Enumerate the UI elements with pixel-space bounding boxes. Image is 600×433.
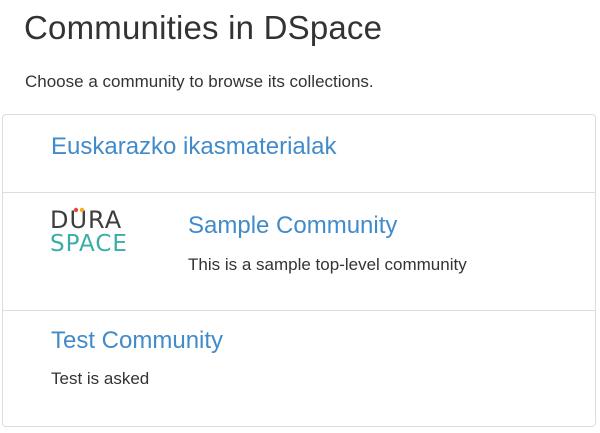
page-title: Communities in DSpace bbox=[24, 9, 383, 46]
list-item: Test Community Test is asked bbox=[2, 310, 596, 427]
page-intro: Choose a community to browse its collect… bbox=[25, 72, 374, 91]
community-link-euskarazko[interactable]: Euskarazko ikasmaterialak bbox=[51, 131, 336, 163]
community-link-test[interactable]: Test Community bbox=[51, 325, 223, 357]
list-item: DURA SPACE Sample Community This is a sa… bbox=[2, 192, 596, 311]
list-item: Euskarazko ikasmaterialak bbox=[2, 114, 596, 193]
community-description: This is a sample top-level community bbox=[188, 255, 467, 274]
logo-wordmark-bottom: SPACE bbox=[50, 231, 128, 257]
community-list: Euskarazko ikasmaterialak DURA SPACE Sam… bbox=[2, 114, 596, 427]
community-link-sample[interactable]: Sample Community bbox=[188, 210, 397, 242]
logo-dots-icon bbox=[73, 207, 85, 213]
community-logo[interactable]: DURA SPACE bbox=[50, 207, 150, 267]
community-description: Test is asked bbox=[51, 369, 150, 388]
